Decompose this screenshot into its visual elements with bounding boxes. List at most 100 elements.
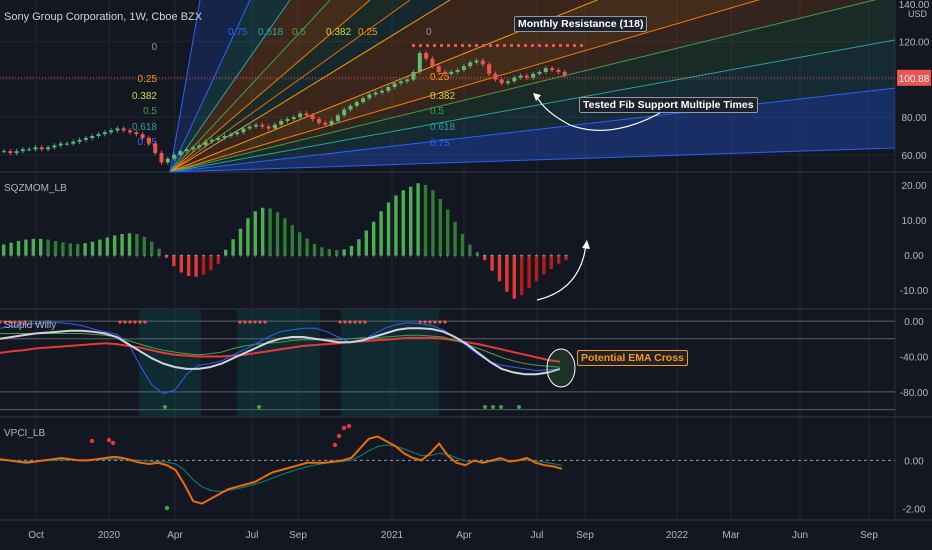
momentum-bar <box>283 218 287 255</box>
momentum-bar <box>246 218 250 255</box>
squeeze-dot: + <box>90 253 94 260</box>
candle <box>254 124 258 127</box>
squeeze-dot: + <box>246 253 250 260</box>
momentum-bar <box>372 221 376 255</box>
squeeze-dot: + <box>497 253 501 260</box>
momentum-bar <box>238 228 243 255</box>
candle <box>128 130 132 133</box>
squeeze-dot: + <box>327 253 331 260</box>
squeeze-dot: + <box>105 253 109 260</box>
momentum-bar <box>401 190 405 255</box>
squeeze-dot: + <box>83 253 87 260</box>
candle <box>134 132 139 135</box>
signal-zone <box>139 310 201 416</box>
candle <box>33 147 38 150</box>
vpci-trough-dot <box>164 505 170 511</box>
overbought-dot <box>118 320 122 324</box>
candle <box>499 79 504 84</box>
fib-label-left: 0.382 <box>132 91 157 102</box>
squeeze-dot: + <box>453 253 457 260</box>
candle <box>487 64 492 74</box>
candle <box>298 113 303 118</box>
overbought-dot <box>363 320 367 324</box>
candle <box>228 134 233 137</box>
momentum-bar <box>520 255 524 296</box>
vpci-peak-dot <box>336 433 342 439</box>
oversold-dot <box>257 405 261 409</box>
squeeze-dot: + <box>113 253 117 260</box>
candle <box>235 132 240 135</box>
candle <box>461 66 466 71</box>
fib-label-left: 0.25 <box>138 74 158 85</box>
overbought-dot <box>253 320 257 324</box>
price-axis-unit: USD <box>908 9 928 19</box>
momentum-bar <box>394 195 398 255</box>
candle <box>153 143 158 154</box>
candle <box>260 124 265 127</box>
candle <box>524 75 529 78</box>
fib-label-mid: 0.75 <box>430 138 450 149</box>
squeeze-dot: + <box>172 253 176 260</box>
squeeze-dot: + <box>194 253 198 260</box>
overbought-dot <box>358 320 362 324</box>
squeeze-dot: + <box>31 253 35 260</box>
candle <box>52 145 57 148</box>
fib-label-left: 0 <box>151 42 157 53</box>
candle <box>83 137 88 140</box>
candle <box>197 145 202 148</box>
signal-zone <box>237 310 320 416</box>
squeeze-dot: + <box>16 253 20 260</box>
squeeze-dot: + <box>475 253 479 260</box>
squeeze-dot: + <box>534 253 538 260</box>
momentum-bar <box>127 233 132 255</box>
squeeze-dot: + <box>372 253 376 260</box>
momentum-bar <box>275 212 280 255</box>
vpci-peak-dot <box>106 437 112 443</box>
candle <box>20 149 25 152</box>
vpci-peak-dot <box>346 423 352 429</box>
squeeze-dot: + <box>261 253 265 260</box>
momentum-bar <box>135 234 139 255</box>
oversold-dot <box>163 405 167 409</box>
squeeze-dot: + <box>179 253 183 260</box>
time-tick: 2022 <box>666 530 689 541</box>
overbought-dot <box>248 320 252 324</box>
oversold-dot <box>499 405 503 409</box>
chart-canvas[interactable]: 0.75 0.618 0.5 0.382 0.25 0 0 0.25 0.382 0.5 0.618… <box>0 0 932 550</box>
candle <box>386 87 391 91</box>
momentum-bar <box>416 183 420 255</box>
momentum-bar <box>379 211 383 255</box>
overbought-dot <box>238 320 242 324</box>
squeeze-dot: + <box>61 253 65 260</box>
squeeze-dot: + <box>268 253 272 260</box>
time-tick: Oct <box>28 530 44 541</box>
candle <box>209 139 214 142</box>
squeeze-dot: + <box>409 253 413 260</box>
fib-label-mid: 0.5 <box>430 106 444 117</box>
vpci-peak-dot <box>110 440 116 446</box>
candle <box>506 81 510 84</box>
time-tick: 2020 <box>98 530 121 541</box>
squeeze-dot: + <box>490 253 494 260</box>
fib-label-top: 0.5 <box>292 27 306 38</box>
squeeze-dot: + <box>505 253 509 260</box>
squeeze-dot: + <box>446 253 450 260</box>
squeeze-dot: + <box>401 253 405 260</box>
willy-tick: -40.00 <box>900 352 929 363</box>
vpci-tick: -2.00 <box>903 504 926 515</box>
candle <box>71 141 76 144</box>
candle <box>531 73 536 78</box>
time-tick: Apr <box>167 530 183 541</box>
squeeze-dot: + <box>68 253 72 260</box>
squeeze-dot: + <box>164 253 168 260</box>
time-tick: Jul <box>246 530 259 541</box>
squeeze-dot: + <box>557 253 561 260</box>
squeeze-dot: + <box>298 253 302 260</box>
squeeze-dot: + <box>135 253 139 260</box>
squeeze-dot: + <box>209 253 213 260</box>
candle <box>430 58 435 67</box>
overbought-dot <box>433 320 437 324</box>
vpci-tick: 0.00 <box>904 456 924 467</box>
momentum-bar <box>268 208 272 255</box>
monthly-resistance-label: Monthly Resistance (118) <box>514 16 648 32</box>
